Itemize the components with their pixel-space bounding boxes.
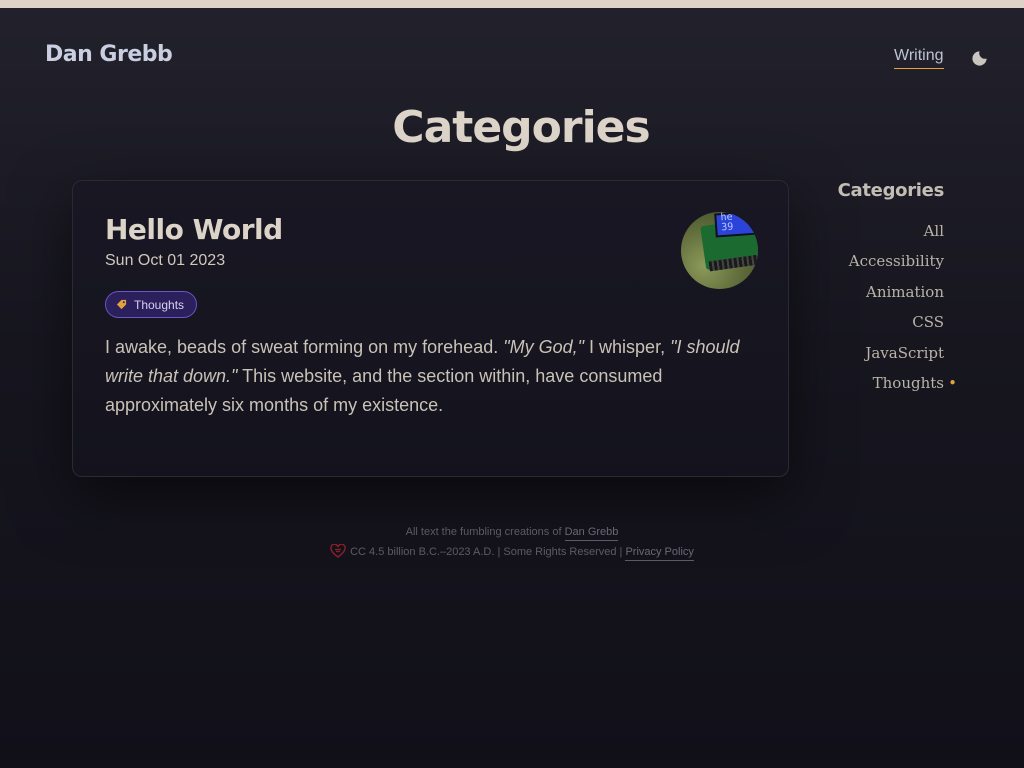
- sidebar-item-javascript[interactable]: JavaScript: [849, 338, 944, 368]
- excerpt-quote-1: "My God,": [503, 337, 585, 357]
- excerpt-part-1: I awake, beads of sweat forming on my fo…: [105, 337, 504, 357]
- footer-credit-line: All text the fumbling creations of Dan G…: [0, 522, 1024, 542]
- tag-icon: [116, 299, 127, 310]
- moon-icon: [971, 50, 987, 66]
- nav-link-writing[interactable]: Writing: [894, 47, 944, 69]
- thumbnail-lcd-text: he 39: [720, 212, 734, 234]
- footer-privacy-link[interactable]: Privacy Policy: [625, 546, 694, 561]
- excerpt-part-2: I whisper,: [584, 337, 671, 357]
- footer-license-line: CC 4.5 billion B.C.–2023 A.D. | Some Rig…: [0, 542, 1024, 565]
- sidebar-item-all[interactable]: All: [849, 216, 944, 246]
- tag-thoughts[interactable]: Thoughts: [105, 291, 198, 318]
- sidebar-item-css[interactable]: CSS: [849, 307, 944, 337]
- theme-toggle-button[interactable]: [969, 48, 989, 68]
- heart-shield-icon: [330, 543, 346, 565]
- category-list: All Accessibility Animation CSS JavaScri…: [849, 216, 957, 398]
- post-thumbnail: he 39: [681, 212, 758, 289]
- footer-license-text: CC 4.5 billion B.C.–2023 A.D. | Some Rig…: [350, 546, 626, 558]
- sidebar-item-animation[interactable]: Animation: [849, 277, 944, 307]
- top-stripe: [0, 0, 1024, 8]
- footer-credit-text: All text the fumbling creations of: [405, 526, 565, 538]
- post-card[interactable]: Hello World Sun Oct 01 2023 he 39 Though…: [72, 180, 789, 477]
- sidebar-heading: Categories: [837, 180, 945, 201]
- active-indicator-dot: •: [948, 374, 957, 393]
- site-title-link[interactable]: Dan Grebb: [45, 42, 173, 67]
- post-title[interactable]: Hello World: [105, 213, 283, 246]
- sidebar-item-thoughts[interactable]: Thoughts •: [849, 368, 957, 398]
- tag-label: Thoughts: [134, 297, 185, 312]
- post-date: Sun Oct 01 2023: [105, 252, 226, 269]
- post-excerpt: I awake, beads of sweat forming on my fo…: [105, 333, 765, 420]
- footer-author-link[interactable]: Dan Grebb: [564, 526, 619, 541]
- sidebar-item-accessibility[interactable]: Accessibility: [849, 246, 944, 276]
- page-title: Categories: [392, 102, 650, 153]
- footer: All text the fumbling creations of Dan G…: [0, 522, 1024, 565]
